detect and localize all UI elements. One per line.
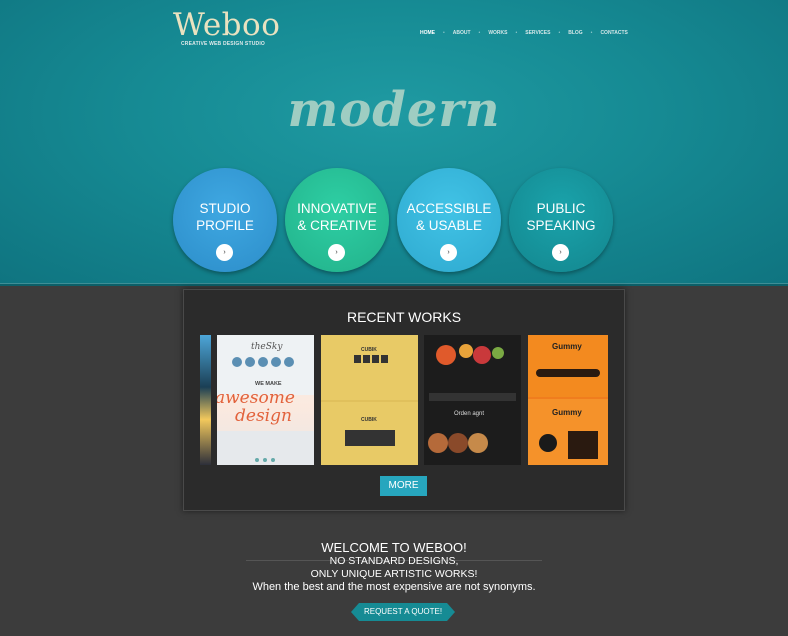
feature-public-speaking[interactable]: PUBLIC SPEAKING ›: [509, 168, 613, 272]
feature-label: PUBLIC SPEAKING: [509, 200, 613, 234]
nav-item-services[interactable]: SERVICES: [525, 30, 550, 36]
logo[interactable]: Weboo CREATIVE WEB DESIGN STUDIO: [173, 8, 280, 47]
chevron-right-icon: ›: [447, 249, 450, 256]
svg-text:Gummy: Gummy: [552, 408, 582, 417]
nav-item-about[interactable]: ABOUT: [453, 30, 471, 36]
main-nav: HOME • ABOUT • WORKS • SERVICES • BLOG •…: [420, 30, 628, 36]
feature-label: STUDIO PROFILE: [173, 200, 277, 234]
nav-item-contacts[interactable]: CONTACTS: [600, 30, 627, 36]
feature-label-line2: PROFILE: [196, 218, 254, 233]
nav-separator: •: [590, 30, 593, 36]
svg-text:WE MAKE: WE MAKE: [255, 381, 282, 387]
feature-innovative-creative[interactable]: INNOVATIVE & CREATIVE ›: [285, 168, 389, 272]
recent-works-panel: RECENT WORKS theSky WE MAKE awesome desi…: [183, 289, 625, 511]
feature-studio-profile[interactable]: STUDIO PROFILE ›: [173, 168, 277, 272]
hero-headline: modern: [287, 82, 501, 138]
welcome-line3: When the best and the most expensive are…: [252, 581, 536, 593]
welcome-line1: NO STANDARD DESIGNS,: [329, 555, 459, 567]
nav-separator: •: [478, 30, 481, 36]
nav-separator: •: [558, 30, 561, 36]
nav-item-blog[interactable]: BLOG: [568, 30, 582, 36]
gummy-preview: Gummy Gummy: [528, 335, 608, 465]
feature-label: ACCESSIBLE & USABLE: [397, 200, 501, 234]
svg-text:Orden agnt: Orden agnt: [454, 411, 484, 417]
svg-text:CUBIK: CUBIK: [361, 417, 377, 423]
feature-label-line1: ACCESSIBLE: [406, 201, 492, 216]
work-thumbnail-gummy[interactable]: Gummy Gummy: [528, 335, 608, 465]
feature-arrow-button[interactable]: ›: [552, 244, 569, 261]
logo-title: Weboo: [173, 7, 281, 43]
svg-text:Gummy: Gummy: [552, 342, 582, 351]
nav-separator: •: [443, 30, 445, 36]
feature-label-line1: STUDIO: [199, 201, 251, 216]
work-thumbnail-thesky[interactable]: theSky WE MAKE awesome design: [217, 335, 314, 465]
thesky-preview: theSky WE MAKE awesome design: [217, 335, 314, 465]
nav-separator: •: [515, 30, 518, 36]
feature-label-line1: PUBLIC: [536, 201, 586, 216]
feature-label-line2: & USABLE: [415, 218, 483, 233]
work-thumbnail-orden[interactable]: Orden agnt: [424, 335, 521, 465]
hero-section: Weboo CREATIVE WEB DESIGN STUDIO HOME • …: [0, 0, 788, 286]
feature-label-line1: INNOVATIVE: [297, 201, 377, 216]
feature-arrow-button[interactable]: ›: [216, 244, 233, 261]
welcome-section: WELCOME TO WEBOO! NO STANDARD DESIGNS, O…: [0, 540, 788, 594]
recent-works-title: RECENT WORKS: [346, 309, 462, 325]
svg-text:theSky: theSky: [251, 342, 283, 352]
nav-item-works[interactable]: WORKS: [488, 30, 507, 36]
svg-text:awesome: awesome: [217, 388, 295, 408]
more-button[interactable]: MORE: [380, 476, 427, 496]
feature-accessible-usable[interactable]: ACCESSIBLE & USABLE ›: [397, 168, 501, 272]
nav-item-home[interactable]: HOME: [420, 30, 435, 36]
feature-label-line2: & CREATIVE: [297, 218, 377, 233]
feature-arrow-button[interactable]: ›: [440, 244, 457, 261]
feature-arrow-button[interactable]: ›: [328, 244, 345, 261]
feature-label-line2: SPEAKING: [526, 218, 596, 233]
chevron-right-icon: ›: [335, 249, 338, 256]
welcome-line2: ONLY UNIQUE ARTISTIC WORKS!: [310, 568, 478, 580]
work-thumbnail-cubik[interactable]: CUBIK CUBIK: [321, 335, 418, 465]
cubik-preview: CUBIK CUBIK: [321, 347, 418, 446]
orden-preview: Orden agnt: [428, 344, 516, 453]
feature-label: INNOVATIVE & CREATIVE: [285, 200, 389, 234]
request-quote-button[interactable]: REQUEST A QUOTE!: [351, 603, 455, 621]
svg-text:design: design: [235, 406, 292, 426]
chevron-right-icon: ›: [223, 249, 226, 256]
welcome-title: WELCOME TO WEBOO!: [321, 540, 467, 555]
chevron-right-icon: ›: [559, 249, 562, 256]
work-thumbnail-partial[interactable]: [200, 335, 211, 465]
svg-text:CUBIK: CUBIK: [361, 347, 377, 353]
